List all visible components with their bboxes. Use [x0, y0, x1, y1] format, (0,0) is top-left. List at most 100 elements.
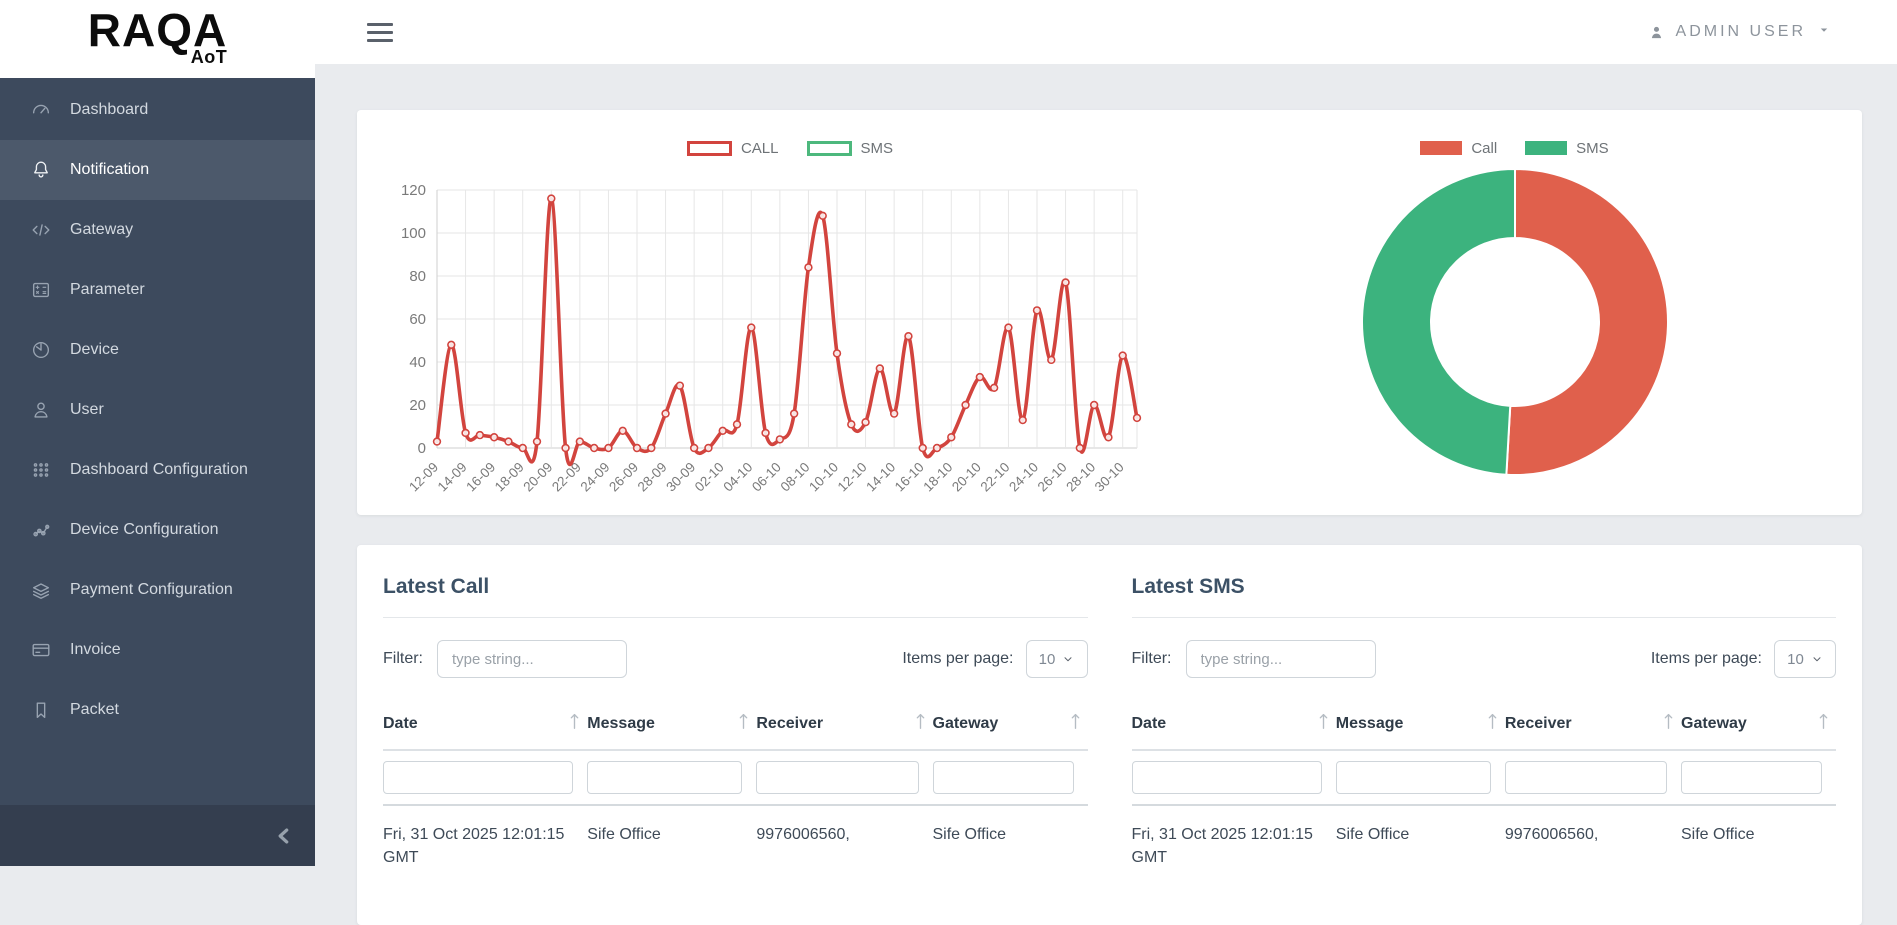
filter-label: Filter:	[1131, 650, 1172, 667]
svg-text:08-10: 08-10	[778, 460, 813, 495]
table-row: Fri, 31 Oct 2025 12:01:15 GMT Sife Offic…	[383, 805, 1088, 875]
sidebar-item-label: Invoice	[70, 641, 121, 658]
nodes-icon	[30, 519, 52, 541]
column-header-receiver[interactable]: Receiver	[756, 698, 933, 751]
svg-text:20: 20	[409, 397, 426, 414]
logo-subtitle: AoT	[190, 46, 228, 67]
legend-item-sms[interactable]: SMS	[1525, 140, 1609, 157]
donut-chart	[1360, 167, 1669, 476]
sms-legend-swatch	[806, 140, 852, 156]
bookmark-icon	[30, 699, 52, 721]
svg-text:04-10: 04-10	[720, 460, 755, 495]
sidebar-item-user[interactable]: User	[0, 380, 315, 440]
receiver-column-filter-input[interactable]	[1504, 761, 1667, 794]
receiver-column-filter-input[interactable]	[756, 761, 919, 794]
date-column-filter-input[interactable]	[383, 761, 574, 794]
filter-input[interactable]	[437, 640, 627, 678]
column-header-receiver[interactable]: Receiver	[1504, 698, 1681, 751]
gateway-column-filter-input[interactable]	[1681, 761, 1822, 794]
legend-label: CALL	[740, 139, 779, 157]
svg-text:16-10: 16-10	[892, 460, 927, 495]
sidebar-item-label: User	[70, 401, 104, 418]
tables-card: Latest Call Filter: Items per page: 10 D…	[357, 545, 1862, 925]
svg-text:20-09: 20-09	[520, 460, 555, 495]
latest-sms-panel: Latest SMS Filter: Items per page: 10 Da…	[1131, 565, 1836, 905]
filter-input[interactable]	[1185, 640, 1376, 678]
svg-text:22-09: 22-09	[549, 460, 584, 495]
device-clock-icon	[30, 339, 52, 361]
svg-text:26-10: 26-10	[1035, 460, 1070, 495]
svg-text:06-10: 06-10	[749, 460, 784, 495]
filter-label: Filter:	[383, 650, 423, 667]
layers-icon	[30, 579, 52, 601]
sidebar-item-gateway[interactable]: Gateway	[0, 200, 315, 260]
svg-text:14-09: 14-09	[435, 460, 470, 495]
column-header-message[interactable]: Message	[587, 698, 757, 751]
sidebar-item-notification[interactable]: Notification	[0, 140, 315, 200]
items-per-page-select[interactable]: 10	[1774, 640, 1836, 678]
items-per-page-select[interactable]: 10	[1025, 640, 1088, 678]
sidebar-item-device[interactable]: Device	[0, 320, 315, 380]
items-per-page-value: 10	[1038, 650, 1056, 668]
user-label: ADMIN USER	[1675, 23, 1806, 40]
message-column-filter-input[interactable]	[587, 761, 743, 794]
sms-legend-swatch	[1525, 141, 1568, 155]
line-chart-panel: CALL SMS 0 20 40 60 80 100 120 12-09 14-09 16-09 1…	[357, 110, 1167, 515]
message-cell: Sife Office	[1335, 826, 1410, 843]
sidebar-item-packet[interactable]: Packet	[0, 680, 315, 740]
sidebar-item-parameter[interactable]: Parameter	[0, 260, 315, 320]
sidebar-item-dashboard[interactable]: Dashboard	[0, 80, 315, 140]
date-column-filter-input[interactable]	[1131, 761, 1322, 794]
gateway-column-filter-input[interactable]	[932, 761, 1074, 794]
legend-item-call[interactable]: CALL	[686, 139, 779, 157]
table-header-row: Date Message Receiver Gateway	[383, 698, 1088, 751]
charts-card: CALL SMS 0 20 40 60 80 100 120 12-09 14-09 16-09 1…	[357, 110, 1862, 515]
svg-text:24-09: 24-09	[578, 460, 613, 495]
bell-icon	[30, 159, 52, 181]
svg-text:120: 120	[401, 182, 426, 199]
svg-text:02-10: 02-10	[692, 460, 727, 495]
sidebar-item-label: Packet	[70, 701, 119, 718]
donut-chart-panel: Call SMS	[1167, 110, 1862, 515]
user-menu[interactable]: ADMIN USER	[1648, 23, 1831, 42]
calculator-icon	[30, 279, 52, 301]
collapse-sidebar-button[interactable]	[271, 823, 297, 849]
legend-item-call[interactable]: Call	[1420, 140, 1497, 157]
svg-text:18-09: 18-09	[492, 460, 527, 495]
panel-title: Latest SMS	[1131, 575, 1245, 598]
line-chart: 0 20 40 60 80 100 120 12-0914-0916-0918-0920-09…	[401, 182, 1142, 495]
hamburger-menu-icon[interactable]	[365, 19, 395, 46]
sidebar-item-dashboard-configuration[interactable]: Dashboard Configuration	[0, 440, 315, 500]
column-header-date[interactable]: Date	[1131, 698, 1336, 751]
column-header-message[interactable]: Message	[1335, 698, 1505, 751]
items-per-page-label: Items per page:	[1650, 650, 1762, 667]
sort-arrow-icon	[1817, 711, 1830, 736]
legend-item-sms[interactable]: SMS	[806, 140, 893, 157]
column-header-gateway[interactable]: Gateway	[932, 698, 1088, 751]
code-icon	[30, 219, 52, 241]
gauge-icon	[30, 99, 52, 121]
svg-text:40: 40	[409, 354, 426, 371]
svg-text:10-10: 10-10	[806, 460, 841, 495]
receiver-cell: 9976006560,	[756, 826, 850, 843]
sidebar-item-device-configuration[interactable]: Device Configuration	[0, 500, 315, 560]
sidebar-footer	[0, 805, 315, 866]
svg-text:60: 60	[409, 311, 426, 328]
sidebar-item-label: Dashboard Configuration	[70, 461, 248, 478]
sidebar-item-label: Device Configuration	[70, 521, 219, 538]
items-per-page-label: Items per page:	[902, 650, 1014, 667]
receiver-cell: 9976006560,	[1504, 826, 1599, 843]
column-header-date[interactable]: Date	[383, 698, 588, 751]
sidebar-item-label: Gateway	[70, 221, 134, 238]
message-column-filter-input[interactable]	[1335, 761, 1491, 794]
column-header-gateway[interactable]: Gateway	[1681, 698, 1836, 751]
person-icon	[30, 399, 52, 421]
user-icon	[1651, 26, 1661, 38]
credit-card-icon	[30, 639, 52, 661]
filter-row: Filter: Items per page: 10	[383, 640, 1088, 678]
donut-chart-legend: Call SMS	[1420, 136, 1609, 160]
sidebar-item-invoice[interactable]: Invoice	[0, 620, 315, 680]
call-table: Date Message Receiver Gateway Fri, 31 Oc…	[383, 698, 1088, 875]
divider	[383, 617, 1088, 618]
sidebar-item-payment-configuration[interactable]: Payment Configuration	[0, 560, 315, 620]
